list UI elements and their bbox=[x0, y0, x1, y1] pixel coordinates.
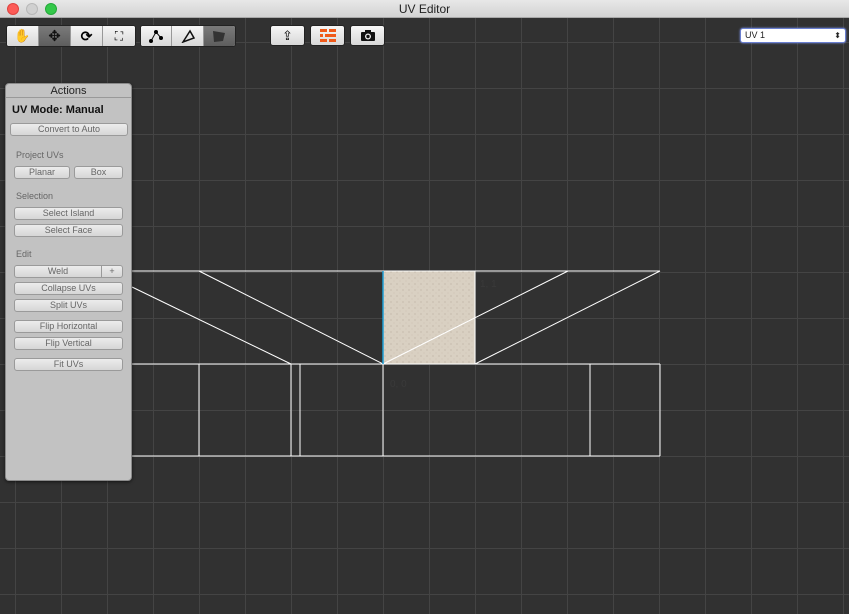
uv-edge[interactable] bbox=[131, 286, 292, 365]
uv-label-one: 1, 1 bbox=[480, 279, 497, 290]
rotate-icon: ⟳ bbox=[80, 27, 93, 44]
planar-button[interactable]: Planar bbox=[14, 166, 70, 179]
move-icon: ✥ bbox=[48, 28, 61, 45]
zoom-window-button[interactable] bbox=[45, 3, 57, 15]
vertex-mode-button[interactable] bbox=[141, 26, 173, 46]
collapse-uvs-button[interactable]: Collapse UVs bbox=[14, 282, 123, 295]
select-face-button[interactable]: Select Face bbox=[14, 224, 123, 237]
weld-options-button[interactable]: + bbox=[101, 265, 123, 278]
face-icon bbox=[213, 31, 226, 42]
select-mode-group bbox=[140, 25, 236, 47]
export-uv-button[interactable]: ⇪ bbox=[270, 25, 305, 46]
screenshot-button[interactable] bbox=[350, 25, 385, 46]
selection-label: Selection bbox=[16, 191, 54, 201]
uv-edge[interactable] bbox=[474, 270, 661, 365]
scale-icon: ⛶ bbox=[114, 28, 124, 43]
hand-icon: ✋ bbox=[14, 28, 31, 43]
uv-edge[interactable] bbox=[198, 270, 384, 365]
brick-texture-icon bbox=[319, 28, 336, 42]
flip-horizontal-button[interactable]: Flip Horizontal bbox=[14, 320, 123, 333]
camera-icon bbox=[360, 30, 375, 41]
tool-group: ✋ ✥ ⟳ ⛶ bbox=[6, 25, 136, 47]
rotate-tool-button[interactable]: ⟳ bbox=[71, 26, 103, 46]
weld-button[interactable]: Weld bbox=[14, 265, 102, 278]
actions-title: Actions bbox=[6, 84, 131, 98]
convert-to-auto-button[interactable]: Convert to Auto bbox=[10, 123, 128, 136]
texture-preview bbox=[383, 271, 475, 364]
select-island-button[interactable]: Select Island bbox=[14, 207, 123, 220]
export-icon: ⇪ bbox=[282, 27, 293, 43]
scale-tool-button[interactable]: ⛶ bbox=[103, 26, 135, 46]
uv-channel-select[interactable]: UV 1 ⬍ bbox=[740, 28, 846, 43]
box-button[interactable]: Box bbox=[74, 166, 123, 179]
edge-mode-button[interactable] bbox=[172, 26, 204, 46]
edit-label: Edit bbox=[16, 249, 32, 259]
select-arrows-icon: ⬍ bbox=[834, 31, 841, 40]
title-bar: UV Editor bbox=[0, 0, 849, 18]
split-uvs-button[interactable]: Split UVs bbox=[14, 299, 123, 312]
texture-preview-button[interactable] bbox=[310, 25, 345, 46]
minimize-window-button[interactable] bbox=[26, 3, 38, 15]
window-title: UV Editor bbox=[398, 2, 451, 16]
fit-uvs-button[interactable]: Fit UVs bbox=[14, 358, 123, 371]
uv-mode-label: UV Mode: Manual bbox=[12, 104, 104, 116]
actions-panel: Actions UV Mode: Manual Convert to Auto … bbox=[5, 83, 132, 481]
face-mode-button[interactable] bbox=[203, 26, 235, 46]
move-tool-button[interactable]: ✥ bbox=[39, 26, 71, 46]
hand-tool-button[interactable]: ✋ bbox=[7, 26, 39, 46]
flip-vertical-button[interactable]: Flip Vertical bbox=[14, 337, 123, 350]
vertex-icon bbox=[149, 30, 164, 43]
uv-label-origin: 0, 0 bbox=[390, 379, 407, 390]
close-window-button[interactable] bbox=[7, 3, 19, 15]
edge-icon bbox=[180, 29, 195, 43]
uv-channel-value: UV 1 bbox=[745, 30, 766, 40]
project-uvs-label: Project UVs bbox=[16, 150, 64, 160]
